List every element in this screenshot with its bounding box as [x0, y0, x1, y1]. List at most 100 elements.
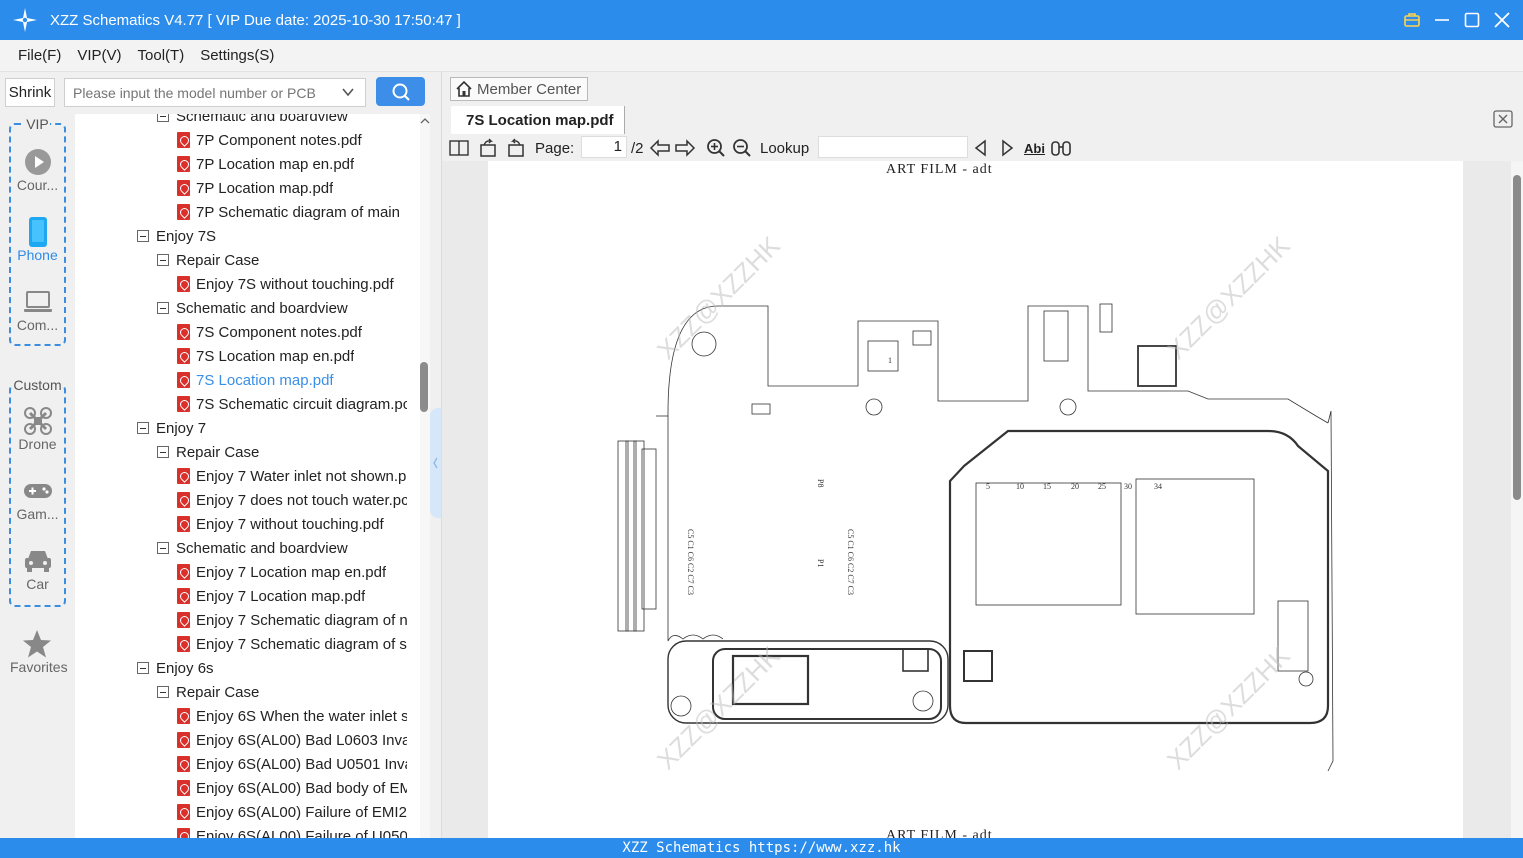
vip-badge-icon[interactable] [1403, 11, 1421, 29]
collapse-toggle-icon[interactable] [157, 542, 169, 554]
status-bar: XZZ Schematics https://www.xzz.hk [0, 838, 1523, 858]
collapse-toggle-icon[interactable] [157, 114, 169, 122]
minimize-icon[interactable] [1433, 11, 1451, 29]
tree-folder-item[interactable]: Enjoy 6s [75, 656, 407, 680]
pdf-file-icon [177, 612, 190, 628]
binoculars-icon[interactable] [1050, 137, 1072, 159]
next-page-icon[interactable] [674, 137, 696, 159]
maximize-icon[interactable] [1463, 11, 1481, 29]
close-icon[interactable] [1493, 11, 1511, 29]
shrink-button[interactable]: Shrink [5, 78, 55, 107]
pdf-viewer[interactable]: ART FILM - adt 1 P8 P1 5 10 15 20 25 30 … [442, 161, 1512, 838]
category-phone[interactable]: Phone [11, 217, 64, 263]
svg-text:C5 C1 C6 C2 C7 C3: C5 C1 C6 C2 C7 C3 [686, 529, 695, 595]
watermark: XZZ@XZZHK [1161, 230, 1296, 365]
tree-file-item[interactable]: Enjoy 7 does not touch water.pc [75, 488, 407, 512]
favorites-button[interactable]: Favorites [10, 629, 68, 675]
find-previous-icon[interactable] [973, 137, 989, 159]
left-pane: Shrink VIP Cour... Phone Com... Custom [0, 72, 441, 838]
member-center-button[interactable]: Member Center [450, 77, 589, 101]
tree-file-item[interactable]: Enjoy 7 Location map.pdf [75, 584, 407, 608]
collapse-panel-handle[interactable] [430, 408, 441, 518]
viewer-toolbar: Page: 1 /2 Lookup Abi [442, 134, 1523, 161]
tree-file-item[interactable]: Enjoy 7 Water inlet not shown.p [75, 464, 407, 488]
tree-file-item[interactable]: 7P Component notes.pdf [75, 128, 407, 152]
tree-folder-item[interactable]: Schematic and boardview [75, 114, 407, 128]
category-game[interactable]: Gam... [11, 476, 64, 522]
rotate-left-icon[interactable] [479, 137, 499, 159]
tree-file-item[interactable]: Enjoy 7 Schematic diagram of s [75, 632, 407, 656]
tree-item-label: Repair Case [176, 251, 260, 269]
pdf-file-icon [177, 828, 190, 838]
category-computer[interactable]: Com... [11, 287, 64, 333]
tree-folder-item[interactable]: Schematic and boardview [75, 296, 407, 320]
tree-file-item[interactable]: 7S Schematic circuit diagram.pc [75, 392, 407, 416]
viewer-scroll-thumb[interactable] [1513, 175, 1521, 500]
zoom-out-icon[interactable] [732, 137, 752, 159]
collapse-toggle-icon[interactable] [157, 686, 169, 698]
tree-item-label: 7S Schematic circuit diagram.pc [196, 395, 407, 413]
menu-file[interactable]: File(F) [18, 47, 61, 64]
tree-file-item[interactable]: Enjoy 6S(AL00) Failure of EMI24 [75, 800, 407, 824]
tree-item-label: Enjoy 7 Schematic diagram of s [196, 635, 407, 653]
zoom-in-icon[interactable] [706, 137, 726, 159]
tree-file-item[interactable]: Enjoy 7 Location map en.pdf [75, 560, 407, 584]
member-center-label: Member Center [477, 80, 582, 98]
tree-file-item[interactable]: Enjoy 7 without touching.pdf [75, 512, 407, 536]
viewer-scrollbar[interactable] [1511, 161, 1523, 838]
tree-file-item[interactable]: 7P Schematic diagram of main [75, 200, 407, 224]
tree-file-item[interactable]: Enjoy 7S without touching.pdf [75, 272, 407, 296]
tree-item-label: Enjoy 7 [156, 419, 207, 437]
menu-tool[interactable]: Tool(T) [138, 47, 185, 64]
scroll-up-icon[interactable] [420, 116, 430, 126]
tree-file-item[interactable]: Enjoy 7 Schematic diagram of n [75, 608, 407, 632]
chevron-down-icon[interactable] [341, 85, 355, 99]
tree-file-item[interactable]: Enjoy 6S(AL00) Bad L0603 Invali [75, 728, 407, 752]
tree-file-item[interactable]: Enjoy 6S(AL00) Failure of U0501 [75, 824, 407, 838]
pdf-file-icon [177, 156, 190, 172]
tree-folder-item[interactable]: Enjoy 7 [75, 416, 407, 440]
tree-file-item[interactable]: 7S Component notes.pdf [75, 320, 407, 344]
tree-scroll-thumb[interactable] [420, 362, 428, 412]
tree-folder-item[interactable]: Repair Case [75, 680, 407, 704]
page-number-input[interactable]: 1 [581, 136, 627, 158]
lookup-label: Lookup [760, 139, 810, 157]
svg-text:C5 C1 C6 C2 C7 C3: C5 C1 C6 C2 C7 C3 [846, 529, 855, 595]
collapse-toggle-icon[interactable] [157, 446, 169, 458]
tree-file-item[interactable]: 7S Location map en.pdf [75, 344, 407, 368]
rotate-right-icon[interactable] [505, 137, 525, 159]
tree-file-item[interactable]: Enjoy 6S(AL00) Bad U0501 Inval [75, 752, 407, 776]
collapse-toggle-icon[interactable] [137, 230, 149, 242]
search-input[interactable] [73, 84, 335, 101]
tree-file-item[interactable]: Enjoy 6S(AL00) Bad body of EM [75, 776, 407, 800]
pdf-file-icon [177, 588, 190, 604]
find-next-icon[interactable] [999, 137, 1015, 159]
collapse-toggle-icon[interactable] [137, 422, 149, 434]
collapse-toggle-icon[interactable] [137, 662, 149, 674]
toggle-sidebar-icon[interactable] [449, 137, 469, 159]
tree-file-item[interactable]: 7P Location map en.pdf [75, 152, 407, 176]
menu-vip[interactable]: VIP(V) [77, 47, 121, 64]
collapse-toggle-icon[interactable] [157, 302, 169, 314]
search-button[interactable] [376, 77, 425, 106]
category-drone[interactable]: Drone [11, 406, 64, 452]
tree-folder-item[interactable]: Repair Case [75, 248, 407, 272]
category-car[interactable]: Car [11, 546, 64, 592]
category-courses[interactable]: Cour... [11, 147, 64, 193]
menu-settings[interactable]: Settings(S) [200, 47, 274, 64]
tab-document[interactable]: 7S Location map.pdf [451, 106, 625, 134]
tree-file-item[interactable]: Enjoy 6S When the water inlet s [75, 704, 407, 728]
lookup-input[interactable] [818, 136, 968, 158]
tree-file-item[interactable]: 7P Location map.pdf [75, 176, 407, 200]
previous-page-icon[interactable] [649, 137, 671, 159]
tree-folder-item[interactable]: Repair Case [75, 440, 407, 464]
tree-folder-item[interactable]: Enjoy 7S [75, 224, 407, 248]
close-tab-icon[interactable] [1493, 110, 1513, 128]
tree-item-label: Enjoy 6s [156, 659, 214, 677]
tree-item-label: Enjoy 6S(AL00) Failure of U0501 [196, 827, 407, 839]
collapse-toggle-icon[interactable] [157, 254, 169, 266]
match-case-button[interactable]: Abi [1024, 137, 1045, 159]
tree-file-item[interactable]: 7S Location map.pdf [75, 368, 407, 392]
tree-folder-item[interactable]: Schematic and boardview [75, 536, 407, 560]
tree-scrollbar[interactable] [420, 114, 430, 838]
